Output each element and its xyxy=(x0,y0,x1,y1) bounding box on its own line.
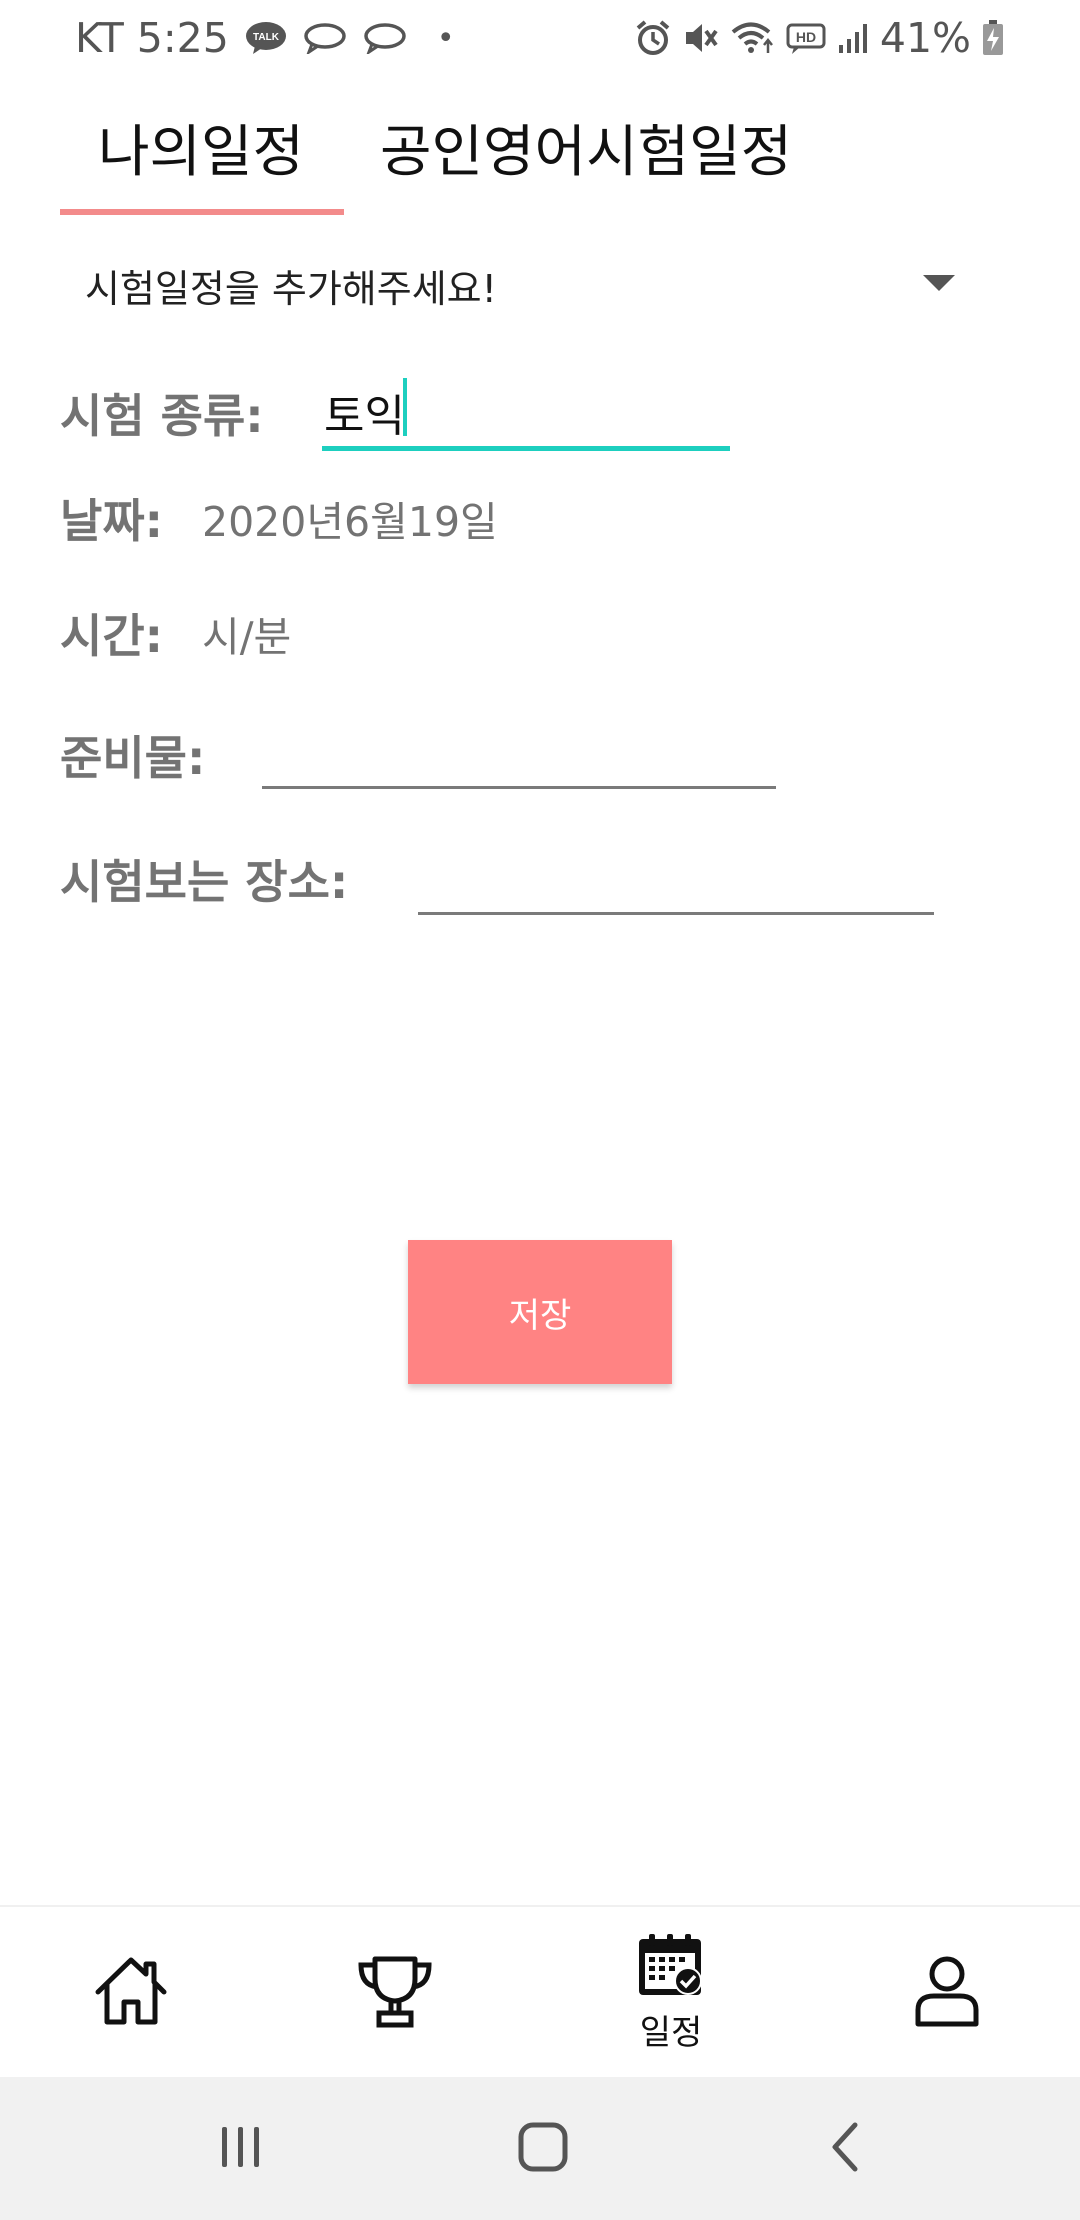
nav-profile[interactable] xyxy=(872,1907,1022,2079)
nav-home[interactable] xyxy=(56,1907,206,2079)
system-navigation-bar xyxy=(0,2077,1080,2220)
notification-dot: • xyxy=(436,20,455,56)
mute-icon xyxy=(682,19,720,57)
trophy-icon xyxy=(355,1953,435,2033)
time-label: 시간: xyxy=(60,609,164,663)
bottom-navigation: 일정 xyxy=(0,1905,1080,2079)
tab-my-schedule[interactable]: 나의일정 xyxy=(98,95,304,220)
talk-badge-text: TALK xyxy=(253,32,280,43)
tab-label: 공인영어시험일정 xyxy=(380,120,793,185)
time-value[interactable]: 시/분 xyxy=(202,603,291,663)
exam-schedule-spinner[interactable]: 시험일정을 추가해주세요! xyxy=(60,245,980,325)
status-right: HD 41% xyxy=(634,12,1005,64)
supplies-input[interactable] xyxy=(262,716,776,786)
chat-bubble-icon xyxy=(363,22,407,54)
hd-voice-icon: HD xyxy=(786,21,826,55)
tab-bar: 나의일정 공인영어시험일정 xyxy=(60,95,1060,220)
carrier-time: KT 5:25 xyxy=(75,14,229,62)
signal-icon xyxy=(836,21,870,55)
location-input[interactable] xyxy=(418,842,934,912)
kakaotalk-icon: TALK xyxy=(245,21,287,55)
back-button[interactable] xyxy=(790,2107,900,2191)
supplies-label: 준비물: xyxy=(60,731,206,785)
spinner-selected-text: 시험일정을 추가해주세요! xyxy=(85,266,497,311)
recent-apps-button[interactable] xyxy=(186,2107,296,2191)
tab-label: 나의일정 xyxy=(98,120,305,185)
status-left: KT 5:25 TALK • xyxy=(75,12,455,64)
battery-percent: 41% xyxy=(879,14,971,62)
status-bar: KT 5:25 TALK • HD 41% xyxy=(0,0,1080,76)
exam-type-label: 시험 종류: xyxy=(60,389,264,443)
home-square-icon xyxy=(517,2121,569,2177)
chat-bubble-icon xyxy=(303,22,347,54)
nav-schedule-label: 일정 xyxy=(639,2012,703,2053)
nav-schedule[interactable]: 일정 xyxy=(596,1907,746,2079)
exam-type-underline xyxy=(322,446,730,451)
back-chevron-icon xyxy=(825,2119,865,2179)
home-system-button[interactable] xyxy=(488,2107,598,2191)
tab-official-english-exam-schedule[interactable]: 공인영어시험일정 xyxy=(380,95,792,220)
supplies-underline xyxy=(262,786,776,789)
nav-ranking[interactable] xyxy=(320,1907,470,2079)
exam-type-input[interactable] xyxy=(322,377,730,447)
calendar-icon xyxy=(637,1933,705,2001)
location-underline xyxy=(418,912,934,915)
date-value[interactable]: 2020년6월19일 xyxy=(202,488,498,548)
text-cursor xyxy=(403,378,407,436)
wifi-icon xyxy=(730,19,776,57)
tab-indicator xyxy=(60,209,344,215)
profile-icon xyxy=(914,1954,980,2032)
location-label: 시험보는 장소: xyxy=(60,855,349,909)
schedule-screen: KT 5:25 TALK • HD 41% 나의일정 공인영어시험일정 시험일정… xyxy=(0,0,1080,2220)
recent-apps-icon xyxy=(216,2122,266,2176)
save-button-label: 저장 xyxy=(508,1295,572,1336)
dropdown-arrow-icon xyxy=(923,275,955,291)
date-label: 날짜: xyxy=(60,494,164,548)
home-icon xyxy=(92,1954,170,2032)
save-button[interactable]: 저장 xyxy=(408,1240,672,1384)
hd-badge-text: HD xyxy=(796,29,816,45)
battery-charging-icon xyxy=(981,19,1005,57)
alarm-icon xyxy=(634,19,672,57)
